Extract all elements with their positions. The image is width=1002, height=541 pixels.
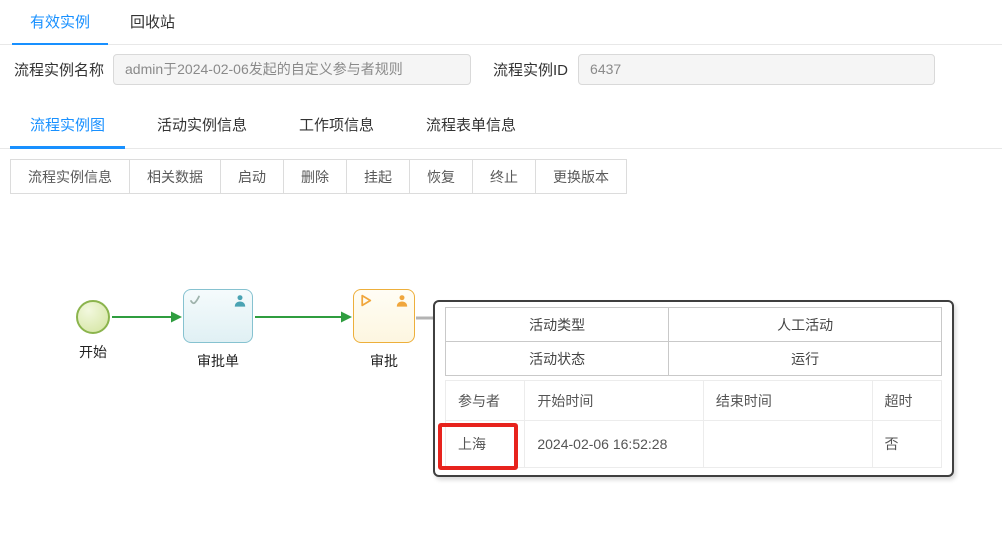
- activity-info-table: 活动类型 人工活动 活动状态 运行: [445, 307, 942, 376]
- table-row: 上海 2024-02-06 16:52:28 否: [446, 421, 942, 468]
- delete-button[interactable]: 删除: [283, 159, 347, 194]
- instance-info-button[interactable]: 流程实例信息: [10, 159, 130, 194]
- instance-name-input[interactable]: [113, 54, 471, 85]
- participant-cell: 上海: [446, 421, 525, 468]
- activity-type-label: 活动类型: [446, 308, 669, 342]
- task-node-shenpidan[interactable]: [183, 289, 253, 343]
- process-diagram-canvas: 开始 审批单 审批 活动类型 人工活动 活动状态: [0, 220, 1002, 541]
- table-row: 活动类型 人工活动: [446, 308, 942, 342]
- terminate-button[interactable]: 终止: [472, 159, 536, 194]
- timeout-header: 超时: [872, 381, 941, 421]
- related-data-button[interactable]: 相关数据: [129, 159, 221, 194]
- timeout-cell: 否: [872, 421, 941, 468]
- start-time-header: 开始时间: [525, 381, 704, 421]
- suspend-button[interactable]: 挂起: [346, 159, 410, 194]
- start-node-label: 开始: [63, 342, 123, 362]
- table-row: 活动状态 运行: [446, 342, 942, 376]
- page-tabs: 有效实例 回收站: [0, 0, 1002, 45]
- task-node1-label: 审批单: [183, 351, 253, 371]
- table-header-row: 参与者 开始时间 结束时间 超时: [446, 381, 942, 421]
- activity-detail-popup: 活动类型 人工活动 活动状态 运行 参与者 开始时间 结束时间 超时: [433, 300, 954, 477]
- instance-id-label: 流程实例ID: [493, 59, 568, 80]
- task-node-shenpi[interactable]: [353, 289, 415, 343]
- tab-workitem-info[interactable]: 工作项信息: [279, 103, 394, 149]
- instance-form-row: 流程实例名称 流程实例ID: [0, 45, 1002, 93]
- activity-type-value: 人工活动: [669, 308, 942, 342]
- detail-tabs: 流程实例图 活动实例信息 工作项信息 流程表单信息: [0, 103, 1002, 149]
- end-time-header: 结束时间: [703, 381, 872, 421]
- start-event-node[interactable]: [76, 300, 110, 334]
- resume-button[interactable]: 恢复: [409, 159, 473, 194]
- participant-header: 参与者: [446, 381, 525, 421]
- check-icon: [189, 294, 203, 307]
- tab-activity-info[interactable]: 活动实例信息: [137, 103, 267, 149]
- instance-name-label: 流程实例名称: [14, 59, 104, 80]
- start-button[interactable]: 启动: [220, 159, 284, 194]
- play-icon: [359, 294, 373, 307]
- user-icon: [395, 294, 409, 307]
- tab-valid-instances[interactable]: 有效实例: [12, 0, 108, 45]
- toolbar: 流程实例信息 相关数据 启动 删除 挂起 恢复 终止 更换版本: [0, 149, 1002, 194]
- tab-process-diagram[interactable]: 流程实例图: [10, 103, 125, 149]
- participant-table: 参与者 开始时间 结束时间 超时 上海 2024-02-06 16:52:28 …: [445, 380, 942, 468]
- end-time-cell: [703, 421, 872, 468]
- task-node2-label: 审批: [353, 351, 415, 371]
- instance-id-input[interactable]: [578, 54, 935, 85]
- activity-status-value: 运行: [669, 342, 942, 376]
- user-icon: [233, 294, 247, 307]
- tab-form-info[interactable]: 流程表单信息: [406, 103, 536, 149]
- start-time-cell: 2024-02-06 16:52:28: [525, 421, 704, 468]
- activity-status-label: 活动状态: [446, 342, 669, 376]
- tab-recycle-bin[interactable]: 回收站: [112, 0, 193, 45]
- change-version-button[interactable]: 更换版本: [535, 159, 627, 194]
